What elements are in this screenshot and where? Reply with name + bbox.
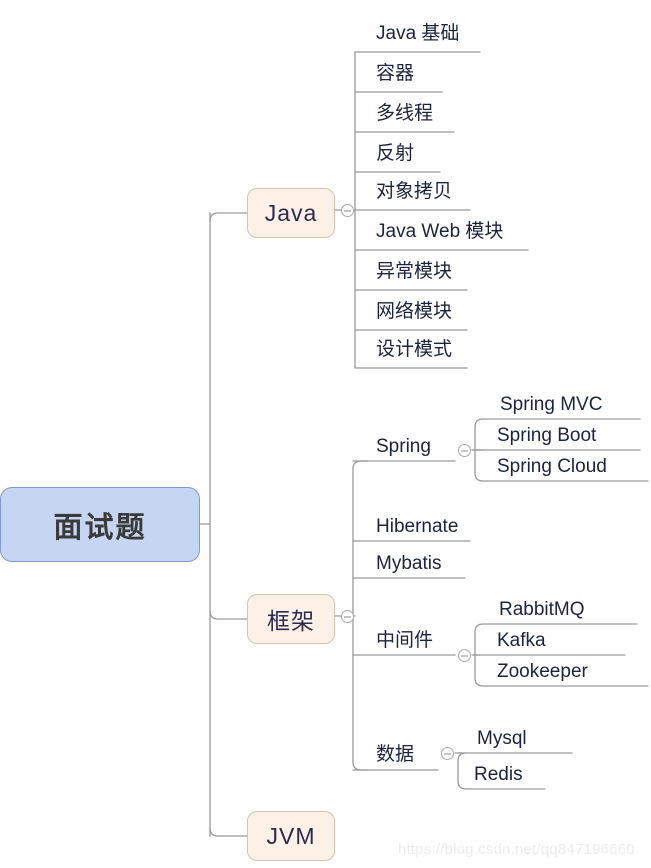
leaf-network-module[interactable]: 网络模块 xyxy=(376,302,452,321)
topic-node-framework-label: 框架 xyxy=(267,608,315,634)
leaf-container[interactable]: 容器 xyxy=(376,64,414,83)
collapse-toggle-framework[interactable] xyxy=(341,610,354,623)
leaf-mybatis[interactable]: Mybatis xyxy=(376,554,441,573)
topic-node-framework[interactable]: 框架 xyxy=(247,594,335,644)
edge-middleware-spine xyxy=(474,623,484,687)
leaf-design-patterns[interactable]: 设计模式 xyxy=(376,340,452,359)
leaf-spring-boot[interactable]: Spring Boot xyxy=(497,426,596,445)
collapse-toggle-middleware[interactable] xyxy=(458,649,471,662)
leaf-kafka[interactable]: Kafka xyxy=(497,631,546,650)
leaf-zookeeper[interactable]: Zookeeper xyxy=(497,662,588,681)
leaf-middleware[interactable]: 中间件 xyxy=(376,631,433,650)
edge-framework-spine-top xyxy=(352,460,369,470)
collapse-toggle-spring[interactable] xyxy=(458,444,471,457)
edge-root-to-jvm xyxy=(209,827,248,837)
topic-node-java-label: Java xyxy=(264,199,318,226)
leaf-data[interactable]: 数据 xyxy=(376,745,414,764)
edge-root-to-framework xyxy=(209,610,248,620)
edge-spring-spine xyxy=(474,418,484,482)
edge-root-to-java xyxy=(209,212,248,222)
edge-framework-spine-bottom xyxy=(352,761,369,771)
leaf-spring[interactable]: Spring xyxy=(376,437,431,456)
leaf-exception-module[interactable]: 异常模块 xyxy=(376,262,452,281)
topic-node-jvm[interactable]: JVM xyxy=(247,811,335,861)
edge-data-spine xyxy=(457,752,467,790)
collapse-toggle-java[interactable] xyxy=(341,204,354,217)
watermark-url: https://blog.csdn.net/qq847196660 xyxy=(398,841,635,858)
leaf-java-web-module[interactable]: Java Web 模块 xyxy=(376,222,503,241)
leaf-mysql[interactable]: Mysql xyxy=(477,729,527,748)
topic-node-jvm-label: JVM xyxy=(266,822,316,849)
leaf-multithreading[interactable]: 多线程 xyxy=(376,104,433,123)
leaf-java-basics[interactable]: Java 基础 xyxy=(376,24,459,43)
root-node-label: 面试题 xyxy=(53,511,147,544)
leaf-reflection[interactable]: 反射 xyxy=(376,144,414,163)
leaf-redis[interactable]: Redis xyxy=(474,765,523,784)
leaf-hibernate[interactable]: Hibernate xyxy=(376,517,458,536)
leaf-spring-mvc[interactable]: Spring MVC xyxy=(500,395,602,414)
root-node[interactable]: 面试题 xyxy=(0,487,200,562)
collapse-toggle-data[interactable] xyxy=(441,747,454,760)
leaf-spring-cloud[interactable]: Spring Cloud xyxy=(497,457,607,476)
leaf-object-copy[interactable]: 对象拷贝 xyxy=(376,182,452,201)
topic-node-java[interactable]: Java xyxy=(247,188,335,238)
mindmap-canvas: 面试题 Java 框架 JVM Java 基础 容器 多线程 反射 对象拷贝 J… xyxy=(0,0,651,868)
leaf-rabbitmq[interactable]: RabbitMQ xyxy=(499,600,585,619)
